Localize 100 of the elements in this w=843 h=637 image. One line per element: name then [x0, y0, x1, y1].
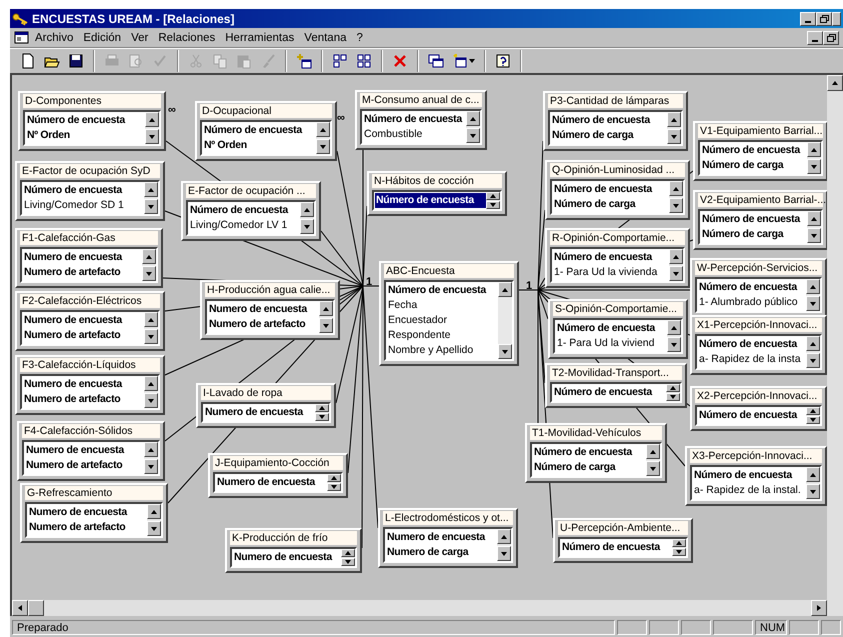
menu-item[interactable]: Herramientas: [220, 32, 300, 44]
field-item[interactable]: Numero de encuesta: [386, 530, 497, 545]
field-item[interactable]: Numero de artefacto: [23, 265, 142, 280]
scroll-down-button[interactable]: [669, 266, 683, 281]
scroll-up-button[interactable]: [316, 122, 330, 137]
table-window[interactable]: X2-Percepción-Innovaci... Número de encuesta: [690, 386, 827, 431]
scroll-down-button[interactable]: [142, 266, 156, 281]
scroll-down-button[interactable]: [144, 459, 158, 474]
scroll-down-button[interactable]: [315, 413, 329, 421]
scroll-up-button[interactable]: [672, 539, 686, 547]
close-button[interactable]: [832, 12, 841, 26]
minimize-button[interactable]: [807, 30, 823, 44]
field-item[interactable]: Numero de encuesta: [25, 443, 144, 458]
field-item[interactable]: Número de encuesta: [203, 123, 316, 138]
scroll-up-button[interactable]: [327, 474, 341, 482]
field-item[interactable]: Número de encuesta: [698, 337, 806, 352]
field-item[interactable]: Numero de encuesta: [23, 377, 144, 392]
scroll-down-button[interactable]: [341, 558, 355, 566]
field-item[interactable]: Nº Orden: [26, 128, 145, 143]
scroll-down-button[interactable]: [144, 393, 158, 408]
table-window[interactable]: S-Opinión-Comportamie... Número de encuesta 1- Para Ud la viviend: [548, 299, 688, 359]
menu-item[interactable]: Archivo: [30, 32, 78, 44]
scroll-up-button[interactable]: [144, 376, 158, 391]
scroll-down-button[interactable]: [806, 416, 820, 424]
scroll-up-button[interactable]: [300, 202, 314, 217]
scroll-up-button[interactable]: [147, 504, 161, 519]
scroll-right-button[interactable]: [811, 600, 827, 616]
field-item[interactable]: Número de carga: [701, 227, 807, 242]
field-item[interactable]: 1- Alumbrado público: [698, 295, 806, 310]
table-window[interactable]: K-Producción de frío Numero de encuesta: [225, 528, 362, 573]
field-item[interactable]: Número de encuesta: [363, 112, 466, 127]
scroll-up-button[interactable]: [315, 404, 329, 412]
table-window[interactable]: X3-Percepción-Innovaci... Número de encuesta a- Rapidez de la instal.: [685, 446, 827, 506]
scroll-down-button[interactable]: [807, 159, 821, 174]
field-item[interactable]: Número de encuesta: [556, 321, 667, 336]
field-item[interactable]: Número de encuesta: [533, 445, 646, 460]
table-window[interactable]: U-Percepción-Ambiente... Número de encuesta: [553, 518, 693, 563]
field-item[interactable]: Número de encuesta: [387, 283, 498, 298]
field-item[interactable]: Número de encuesta: [553, 385, 666, 400]
table-window[interactable]: V2-Equipamiento Barrial-... Número de encuesta Número de carga: [693, 190, 827, 250]
table-window[interactable]: F2-Calefacción-Eléctricos Numero de encuesta Numero de artefacto: [15, 291, 165, 351]
field-item[interactable]: Número de encuesta: [26, 113, 145, 128]
field-item[interactable]: Numero de artefacto: [23, 328, 144, 343]
field-item[interactable]: Encuestador: [387, 313, 498, 328]
table-window[interactable]: X1-Percepción-Innovaci... Número de encuesta a- Rapidez de la insta: [690, 315, 827, 375]
scroll-up-button[interactable]: [806, 407, 820, 415]
menu-item[interactable]: Relaciones: [153, 32, 220, 44]
table-window[interactable]: J-Equipamiento-Cocción Numero de encuesta: [208, 453, 348, 498]
field-item[interactable]: a- Rapidez de la insta: [698, 352, 806, 367]
table-window[interactable]: D-Componentes Número de encuesta Nº Orden: [18, 91, 166, 151]
scroll-down-button[interactable]: [144, 329, 158, 344]
table-window[interactable]: W-Percepción-Servicios... Número de encuesta 1- Alumbrado público: [690, 258, 827, 318]
horizontal-scrollbar[interactable]: [10, 600, 843, 616]
field-item[interactable]: Combustible: [363, 127, 466, 142]
field-item[interactable]: Living/Comedor LV 1: [189, 218, 300, 233]
scroll-down-button[interactable]: [667, 129, 681, 144]
scroll-down-button[interactable]: [807, 228, 821, 243]
document-icon[interactable]: [14, 30, 30, 44]
scroll-up-button[interactable]: [669, 249, 683, 264]
scroll-down-button[interactable]: [672, 548, 686, 556]
field-item[interactable]: 1- Para Ud la viviend: [556, 336, 667, 351]
table-window[interactable]: F4-Calefacción-Sólidos Numero de encuesta Numero de artefacto: [17, 421, 165, 481]
table-window[interactable]: G-Refrescamiento Numero de encuesta Numero de artefacto: [20, 483, 168, 543]
maximize-button[interactable]: [816, 12, 832, 26]
table-window[interactable]: I-Lavado de ropa Numero de encuesta: [196, 383, 336, 428]
scroll-up-button[interactable]: [145, 112, 159, 127]
scroll-up-button[interactable]: [497, 529, 511, 544]
scroll-down-button[interactable]: [147, 521, 161, 536]
table-window[interactable]: T1-Movilidad-Vehículos Número de encuesta Número de carga: [525, 423, 667, 483]
scroll-up-button[interactable]: [142, 249, 156, 264]
field-item[interactable]: Número de encuesta: [701, 212, 807, 227]
scroll-up-button[interactable]: [806, 467, 820, 482]
scroll-up-button[interactable]: [144, 442, 158, 457]
vertical-scrollbar[interactable]: [827, 75, 843, 600]
scroll-down-button[interactable]: [300, 219, 314, 234]
scroll-down-button[interactable]: [666, 393, 680, 401]
scroll-down-button[interactable]: [316, 139, 330, 154]
scroll-up-button[interactable]: [669, 181, 683, 196]
scroll-thumb[interactable]: [28, 600, 44, 616]
field-item[interactable]: Numero de encuesta: [23, 313, 144, 328]
field-item[interactable]: Número de encuesta: [189, 203, 300, 218]
scroll-up-button[interactable]: [646, 444, 660, 459]
scroll-up-button[interactable]: [807, 211, 821, 226]
field-item[interactable]: Número de encuesta: [698, 280, 806, 295]
scroll-down-button[interactable]: [669, 198, 683, 213]
scroll-down-button[interactable]: [486, 201, 500, 209]
field-item[interactable]: Numero de artefacto: [208, 317, 319, 332]
field-item[interactable]: Número de encuesta: [701, 143, 807, 158]
scroll-up-button[interactable]: [486, 192, 500, 200]
scroll-up-button[interactable]: [498, 282, 512, 297]
field-item[interactable]: 1- Para Ud la vivienda: [553, 265, 669, 280]
menu-item[interactable]: Edición: [78, 32, 126, 44]
table-window[interactable]: P3-Cantidad de lámparas Número de encuesta Número de carga: [543, 91, 688, 151]
field-item[interactable]: Número de encuesta: [561, 540, 672, 555]
table-window[interactable]: L-Electrodomésticos y ot... Numero de encuesta Numero de carga: [378, 508, 518, 568]
table-window[interactable]: T2-Movilidad-Transport... Número de encuesta: [545, 363, 687, 408]
table-window[interactable]: N-Hábitos de cocción Número de encuesta: [367, 171, 507, 216]
scroll-up-button[interactable]: [667, 320, 681, 335]
scroll-up-button[interactable]: [466, 111, 480, 126]
table-window[interactable]: E-Factor de ocupación ... Número de encuesta Living/Comedor LV 1: [181, 181, 321, 241]
